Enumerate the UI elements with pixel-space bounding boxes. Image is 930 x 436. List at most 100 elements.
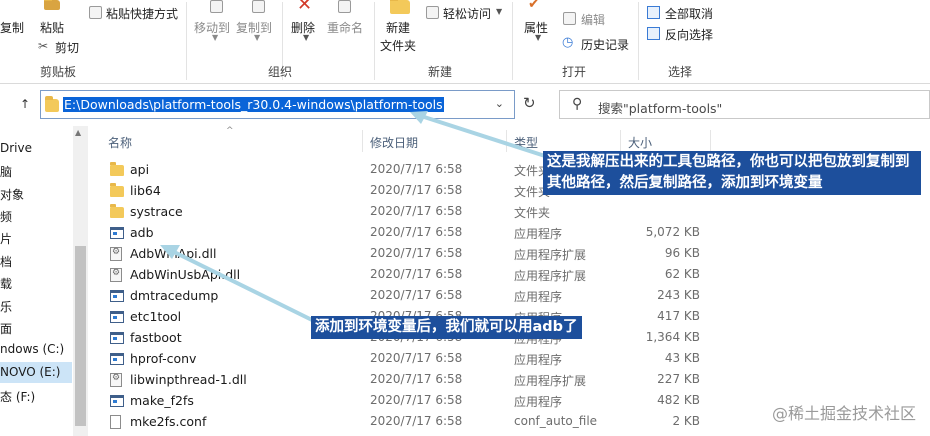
chevron-down-icon: ▼ <box>496 7 503 16</box>
column-divider[interactable] <box>506 130 507 152</box>
file-row[interactable]: hprof-conv 2020/7/17 6:58 应用程序 43 KB <box>88 348 930 369</box>
column-header-date[interactable]: 修改日期 <box>370 134 418 151</box>
navigation-pane: Drive 脑 对象频片档载乐面 ndows (C:) NOVO (E:) 态 (F:)… <box>0 126 88 436</box>
file-date: 2020/7/17 6:58 <box>370 267 463 281</box>
paste-shortcut-icon <box>89 6 102 19</box>
nav-item[interactable]: 片 <box>0 227 72 248</box>
column-divider[interactable] <box>362 130 363 152</box>
chevron-down-icon[interactable]: ⌄ <box>495 97 504 110</box>
file-row[interactable]: adb 2020/7/17 6:58 应用程序 5,072 KB <box>88 222 930 243</box>
file-type: 文件夹 <box>514 206 551 220</box>
address-bar[interactable]: E:\Downloads\platform-tools_r30.0.4-wind… <box>40 90 515 119</box>
file-date: 2020/7/17 6:58 <box>370 246 463 260</box>
delete-icon: ✕ <box>297 0 313 15</box>
file-row[interactable]: AdbWinUsbApi.dll 2020/7/17 6:58 应用程序扩展 62 K… <box>88 264 930 285</box>
paste-icon <box>44 0 60 10</box>
nav-scrollbar-thumb[interactable] <box>75 246 86 426</box>
scroll-up-icon[interactable]: ▲ <box>75 128 81 137</box>
file-size: 243 KB <box>657 288 700 302</box>
search-input[interactable]: ⚲ 搜索"platform-tools" <box>559 90 930 119</box>
file-row[interactable]: dmtracedump 2020/7/17 6:58 应用程序 243 KB <box>88 285 930 306</box>
file-date: 2020/7/17 6:58 <box>370 393 463 407</box>
nav-scrollbar[interactable]: ▲ <box>73 126 88 436</box>
path-annotation: 这是我解压出来的工具包路径，你也可以把包放到复制到其他路径，然后复制路径，添加到… <box>543 151 921 195</box>
file-type: 应用程序 <box>514 353 563 367</box>
history-button[interactable]: 历史记录 <box>581 36 629 53</box>
file-name: mke2fs.conf <box>130 414 207 429</box>
easy-access-button[interactable]: 轻松访问 <box>443 5 491 22</box>
nav-item[interactable]: ndows (C:) <box>0 339 72 360</box>
nav-item[interactable]: NOVO (E:) <box>0 362 72 383</box>
copy-button[interactable]: 复制 <box>0 19 24 36</box>
paste-button[interactable]: 粘贴 <box>40 19 64 36</box>
file-size: 2 KB <box>672 414 700 428</box>
column-header-name[interactable]: 名称 <box>108 134 132 151</box>
file-date: 2020/7/17 6:58 <box>370 288 463 302</box>
file-date: 2020/7/17 6:58 <box>370 372 463 386</box>
file-type: 应用程序扩展 <box>514 269 587 283</box>
file-size: 43 KB <box>664 351 700 365</box>
refresh-icon[interactable]: ↻ <box>523 94 541 112</box>
file-name: AdbWinUsbApi.dll <box>130 267 241 282</box>
file-row[interactable]: systrace 2020/7/17 6:58 文件夹 <box>88 201 930 222</box>
ribbon-divider <box>512 2 513 80</box>
nav-item[interactable]: 乐 <box>0 295 72 316</box>
address-path[interactable]: E:\Downloads\platform-tools_r30.0.4-wind… <box>63 97 444 112</box>
exe-icon <box>110 311 124 323</box>
folder-icon <box>110 183 124 197</box>
up-arrow-icon[interactable]: ↑ <box>20 97 30 111</box>
file-name: hprof-conv <box>130 351 197 366</box>
open-group-label: 打开 <box>562 65 587 79</box>
edit-icon <box>563 12 576 25</box>
rename-button[interactable]: 重命名 <box>327 19 363 36</box>
ribbon-divider <box>374 2 375 80</box>
file-name: etc1tool <box>130 309 182 324</box>
file-date: 2020/7/17 6:58 <box>370 414 463 428</box>
file-row[interactable]: AdbWinApi.dll 2020/7/17 6:58 应用程序扩展 96 KB <box>88 243 930 264</box>
file-size: 96 KB <box>664 246 700 260</box>
nav-item[interactable]: 档 <box>0 250 72 271</box>
new-folder-icon <box>390 0 410 14</box>
select-none-button[interactable]: 全部取消 <box>665 5 713 22</box>
nav-item[interactable]: 态 (F:) <box>0 385 72 406</box>
file-name: lib64 <box>130 183 161 198</box>
paste-shortcut-button[interactable]: 粘贴快捷方式 <box>106 5 178 22</box>
exe-icon <box>110 332 124 344</box>
folder-icon <box>110 162 124 176</box>
file-type: conf_auto_file <box>514 414 598 428</box>
nav-item[interactable]: 载 <box>0 272 72 293</box>
copy-to-icon <box>252 0 265 13</box>
nav-item[interactable]: 对象 <box>0 183 72 204</box>
edit-button[interactable]: 编辑 <box>581 11 605 28</box>
column-divider[interactable] <box>710 130 711 152</box>
file-icon <box>110 415 121 429</box>
organize-group-label: 组织 <box>268 65 293 79</box>
column-divider[interactable] <box>620 130 621 152</box>
nav-item[interactable]: 频 <box>0 205 72 226</box>
adb-annotation: 添加到环境变量后，我们就可以用adb了 <box>311 316 582 339</box>
file-size: 417 KB <box>657 309 700 323</box>
file-type: 应用程序 <box>514 290 563 304</box>
clipboard-group-label: 剪贴板 <box>40 65 77 79</box>
search-placeholder: 搜索"platform-tools" <box>598 101 723 116</box>
file-type: 应用程序 <box>514 227 563 241</box>
new-folder-button-line2[interactable]: 文件夹 <box>380 37 416 54</box>
file-date: 2020/7/17 6:58 <box>370 183 463 197</box>
cut-button[interactable]: 剪切 <box>55 39 79 56</box>
column-header-size[interactable]: 大小 <box>628 134 652 151</box>
file-size: 1,364 KB <box>645 330 700 344</box>
nav-item[interactable]: Drive <box>0 138 72 159</box>
dll-icon <box>110 373 122 387</box>
nav-item[interactable]: 脑 <box>0 160 72 181</box>
file-name: api <box>130 162 150 177</box>
column-header-type[interactable]: 类型 <box>514 134 538 151</box>
file-name: systrace <box>130 204 183 219</box>
file-row[interactable]: libwinpthread-1.dll 2020/7/17 6:58 应用程序扩展 2… <box>88 369 930 390</box>
exe-icon <box>110 395 124 407</box>
new-folder-button[interactable]: 新建 <box>386 19 410 36</box>
invert-selection-icon <box>647 27 660 40</box>
nav-item[interactable]: 面 <box>0 317 72 338</box>
file-date: 2020/7/17 6:58 <box>370 351 463 365</box>
ribbon-divider <box>186 2 187 80</box>
invert-selection-button[interactable]: 反向选择 <box>665 26 713 43</box>
